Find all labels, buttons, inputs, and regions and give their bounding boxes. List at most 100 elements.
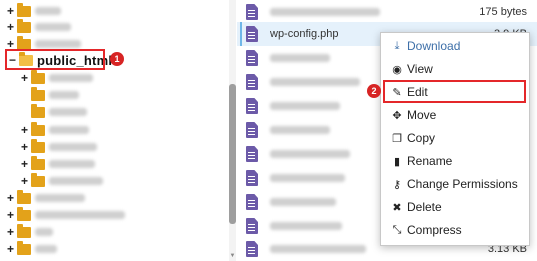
folder-label-blurred	[35, 228, 53, 236]
file-name[interactable]: wp-config.php	[270, 28, 339, 40]
menu-item-label: Compress	[407, 223, 462, 237]
file-row[interactable]: 175 bytes	[237, 0, 537, 24]
expand-icon[interactable]: +	[6, 192, 15, 204]
tree-node[interactable]: +	[6, 240, 57, 258]
scrollbar-thumb[interactable]	[229, 84, 236, 224]
tree-node[interactable]: +	[6, 223, 53, 241]
file-name-blurred	[270, 8, 380, 16]
file-icon	[246, 170, 258, 186]
file-icon	[246, 50, 258, 66]
folder-icon	[17, 189, 31, 204]
folder-icon	[31, 172, 45, 187]
folder-label-blurred	[35, 23, 71, 31]
menu-item-label: Rename	[407, 154, 453, 168]
folder-label-blurred	[35, 7, 61, 15]
tree-node[interactable]: +	[20, 69, 93, 87]
folder-icon	[17, 18, 31, 33]
expand-icon[interactable]: +	[20, 158, 29, 170]
expand-icon[interactable]: +	[6, 209, 15, 221]
file-icon	[246, 218, 258, 234]
file-name-blurred	[270, 54, 330, 62]
compress-icon: ⤡	[392, 223, 402, 236]
menu-item-delete[interactable]: ✖ Delete	[381, 196, 529, 218]
menu-item-download[interactable]: ⤓ Download	[381, 35, 529, 57]
folder-icon	[31, 103, 45, 118]
menu-item-label: Move	[407, 108, 437, 122]
folder-tree: + + + − public_html 1 + + + + + + + + +	[0, 0, 236, 261]
step-badge-2: 2	[367, 84, 381, 98]
folder-label-blurred	[49, 177, 103, 185]
expand-icon[interactable]: +	[6, 243, 15, 255]
file-name-blurred	[270, 150, 350, 158]
file-icon: ▮	[393, 155, 401, 168]
folder-icon	[31, 121, 45, 136]
folder-icon	[17, 206, 31, 221]
folder-label-blurred	[49, 143, 97, 151]
menu-item-label: Change Permissions	[407, 177, 518, 191]
folder-label-blurred	[35, 194, 85, 202]
folder-icon	[31, 86, 45, 101]
menu-item-rename[interactable]: ▮ Rename	[381, 150, 529, 172]
file-icon	[246, 74, 258, 90]
expand-icon[interactable]: +	[6, 226, 15, 238]
folder-icon	[31, 69, 45, 84]
context-menu: ⤓ Download ◉ View ✎ Edit ✥ Move ❐ Copy ▮…	[380, 32, 530, 246]
menu-item-view[interactable]: ◉ View	[381, 58, 529, 80]
file-name-blurred	[270, 78, 360, 86]
tree-node[interactable]: +	[6, 189, 85, 207]
file-icon	[246, 241, 258, 257]
file-icon	[246, 4, 258, 20]
scroll-down-icon[interactable]: ▼	[229, 252, 236, 260]
menu-item-label: Delete	[407, 200, 442, 214]
folder-label-blurred	[49, 91, 79, 99]
folder-label-blurred	[35, 211, 125, 219]
menu-item-copy[interactable]: ❐ Copy	[381, 127, 529, 149]
tree-node[interactable]: +	[20, 172, 103, 190]
folder-icon	[17, 240, 31, 255]
folder-label-blurred	[49, 160, 95, 168]
file-name-blurred	[270, 198, 336, 206]
highlight-box-public-html	[5, 49, 105, 70]
menu-item-label: Copy	[407, 131, 436, 145]
highlight-box-edit	[383, 80, 526, 103]
expand-icon[interactable]: +	[6, 5, 15, 17]
file-name-blurred	[270, 126, 330, 134]
tree-node[interactable]	[29, 103, 87, 121]
folder-icon	[31, 155, 45, 170]
tree-node[interactable]: +	[6, 206, 125, 224]
file-name-blurred	[270, 174, 345, 182]
file-name-blurred	[270, 102, 340, 110]
move-arrows-icon: ✥	[392, 109, 402, 122]
file-icon	[246, 26, 258, 42]
tree-node[interactable]: +	[6, 18, 71, 36]
expand-icon[interactable]: +	[20, 72, 29, 84]
tree-node[interactable]: +	[20, 155, 95, 173]
tree-node[interactable]: +	[20, 138, 97, 156]
key-icon: ⚷	[392, 178, 402, 191]
download-icon: ⤓	[394, 39, 400, 52]
menu-item-move[interactable]: ✥ Move	[381, 104, 529, 126]
menu-item-label: View	[407, 62, 433, 76]
copy-icon: ❐	[392, 132, 402, 145]
folder-icon	[17, 35, 31, 50]
folder-icon	[31, 138, 45, 153]
menu-item-change-permissions[interactable]: ⚷ Change Permissions	[381, 173, 529, 195]
folder-icon	[17, 2, 31, 17]
file-name-blurred	[270, 245, 366, 253]
folder-label-blurred	[49, 108, 87, 116]
menu-item-compress[interactable]: ⤡ Compress	[381, 219, 529, 241]
expand-icon[interactable]: +	[20, 175, 29, 187]
expand-icon[interactable]: +	[20, 124, 29, 136]
tree-node[interactable]	[29, 86, 79, 104]
folder-label-blurred	[35, 40, 81, 48]
file-icon	[246, 98, 258, 114]
expand-icon[interactable]: +	[20, 141, 29, 153]
x-icon: ✖	[392, 201, 402, 214]
menu-item-label: Download	[407, 39, 461, 53]
eye-icon: ◉	[392, 63, 402, 76]
folder-label-blurred	[49, 126, 89, 134]
tree-node[interactable]: +	[20, 121, 89, 139]
expand-icon[interactable]: +	[6, 21, 15, 33]
folder-label-blurred	[35, 245, 57, 253]
file-icon	[246, 194, 258, 210]
